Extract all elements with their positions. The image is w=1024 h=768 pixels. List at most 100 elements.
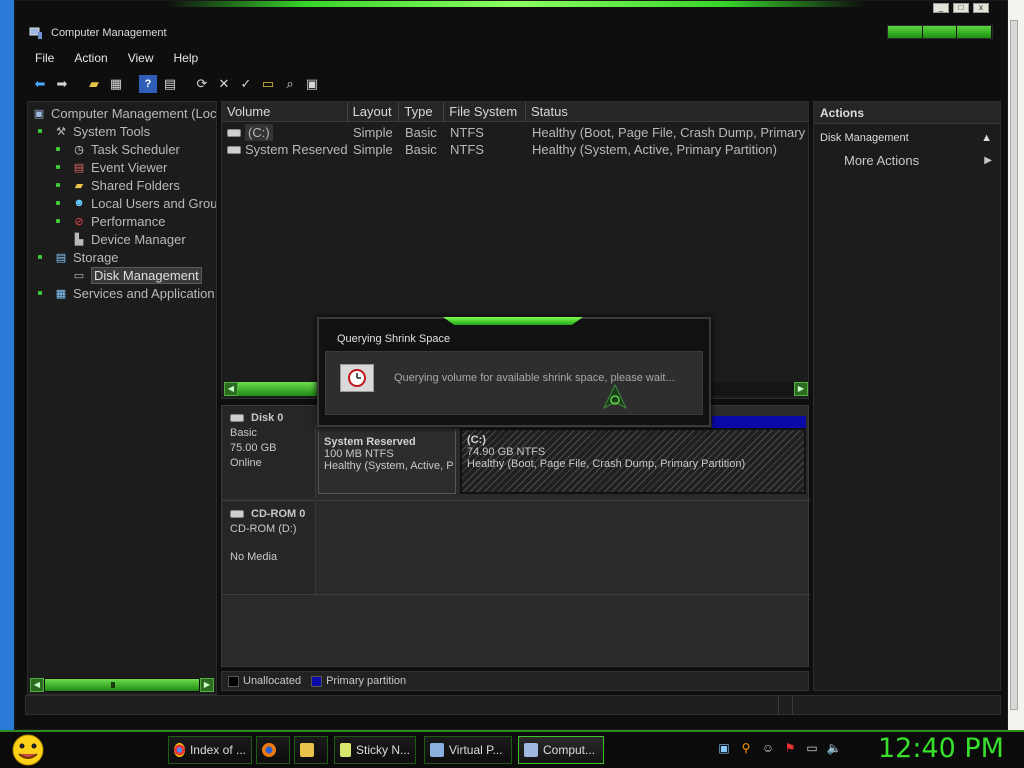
computer-management-window: _ □ x Computer Management File Action Vi… [14, 0, 1008, 730]
taskbar-item-chrome[interactable]: Index of ... [168, 736, 252, 764]
menubar: File Action View Help [25, 49, 208, 69]
tree-root[interactable]: ▣ Computer Management (Loc [32, 104, 216, 122]
actions-header: Actions [814, 102, 1000, 124]
table-row[interactable]: System Reserved Simple Basic NTFS Health… [222, 141, 810, 158]
delete-icon[interactable]: ✕ [215, 75, 233, 93]
flag-icon[interactable]: ⚑ [782, 740, 798, 756]
dialog-title: Querying Shrink Space [337, 333, 451, 345]
sticky-notes-icon [340, 743, 351, 757]
disk0-label[interactable]: Disk 0 Basic 75.00 GB Online [222, 406, 316, 498]
start-button-smiley-icon[interactable] [8, 732, 48, 768]
chevron-right-icon: ▶ [984, 154, 992, 166]
taskbar-item-sticky-notes[interactable]: Sticky N... [334, 736, 416, 764]
computer-management-icon: ▣ [33, 107, 45, 120]
more-actions[interactable]: More Actions ▶ [814, 149, 1000, 171]
actions-section-disk-management[interactable]: Disk Management ▲ [814, 127, 1000, 149]
column-type[interactable]: Type [399, 102, 445, 122]
display-icon[interactable]: ▭ [804, 740, 820, 756]
tree-item-storage[interactable]: ▤ Storage [38, 248, 119, 266]
menu-file[interactable]: File [25, 49, 64, 69]
tree-item-local-users[interactable]: ☻ Local Users and Grou [56, 194, 216, 212]
legend-unallocated-swatch [228, 675, 239, 687]
tree-item-performance[interactable]: ⊘ Performance [56, 212, 165, 230]
help-icon[interactable]: ? [139, 75, 157, 93]
tree-horizontal-scrollbar[interactable]: ◀ ▶ [30, 678, 214, 692]
menu-help[interactable]: Help [164, 49, 209, 69]
scroll-left-button[interactable]: ◀ [30, 678, 44, 692]
maximize-button[interactable]: □ [953, 3, 969, 13]
tree-item-task-scheduler[interactable]: ◷ Task Scheduler [56, 140, 180, 158]
tree-item-services-applications[interactable]: ▦ Services and Application [38, 284, 215, 302]
tree-item-event-viewer[interactable]: ▤ Event Viewer [56, 158, 167, 176]
shared-folder-icon: ▰ [74, 179, 84, 192]
forward-icon[interactable]: ➡ [53, 75, 71, 93]
volume-icon[interactable]: 🔈 [826, 740, 842, 756]
status-bar [25, 695, 1001, 715]
services-icon: ▦ [55, 287, 67, 300]
volume-list-header: Volume Layout Type File System Status [222, 102, 808, 122]
actions-pane: Actions Disk Management ▲ More Actions ▶ [813, 101, 1001, 691]
messenger-icon[interactable]: ☺ [760, 740, 776, 756]
table-row[interactable]: (C:) Simple Basic NTFS Healthy (Boot, Pa… [222, 124, 810, 141]
back-icon[interactable]: ⬅ [31, 75, 49, 93]
refresh-icon[interactable]: ⟳ [193, 75, 211, 93]
network-icon[interactable]: ▣ [716, 740, 732, 756]
busy-spinner-icon [602, 384, 628, 410]
computer-management-icon [29, 27, 42, 39]
clock-icon: ◷ [74, 143, 84, 156]
column-file-system[interactable]: File System [444, 102, 526, 122]
column-volume[interactable]: Volume [222, 102, 348, 122]
up-folder-icon[interactable]: ▰ [85, 75, 103, 93]
show-hide-tree-icon[interactable]: ▦ [107, 75, 125, 93]
menu-action[interactable]: Action [64, 49, 117, 69]
tree-item-shared-folders[interactable]: ▰ Shared Folders [56, 176, 180, 194]
computer-management-icon [524, 743, 538, 757]
titlebar[interactable]: Computer Management [15, 19, 1009, 47]
tree-item-disk-management[interactable]: ▭ Disk Management [72, 266, 202, 284]
menu-view[interactable]: View [118, 49, 164, 69]
taskbar-item-virtual-pc[interactable]: Virtual P... [424, 736, 512, 764]
drive-icon [227, 145, 241, 154]
desktop-left-edge [0, 0, 14, 730]
tree-item-system-tools[interactable]: ⚒ System Tools [38, 122, 150, 140]
desktop-scrollbar[interactable] [1010, 20, 1018, 710]
scroll-left-button[interactable]: ◀ [224, 382, 238, 396]
disk-icon [230, 414, 244, 422]
tools-icon: ⚒ [56, 125, 66, 138]
folder-icon [300, 743, 314, 757]
shrink-query-dialog[interactable]: Querying Shrink Space Querying volume fo… [317, 317, 711, 427]
column-status[interactable]: Status [526, 102, 808, 122]
collapse-icon[interactable]: ▲ [981, 132, 992, 144]
taskbar-item-firefox[interactable] [256, 736, 290, 764]
open-folder-icon[interactable]: ▭ [259, 75, 277, 93]
scroll-right-button[interactable]: ▶ [200, 678, 214, 692]
search-icon[interactable]: ⚲ [738, 740, 754, 756]
legend-unallocated: Unallocated [243, 675, 302, 687]
clock-icon [340, 364, 374, 392]
scroll-right-button[interactable]: ▶ [794, 382, 808, 396]
firefox-icon [262, 743, 276, 757]
partition-system-reserved[interactable]: System Reserved 100 MB NTFS Healthy (Sys… [318, 428, 456, 494]
event-viewer-icon: ▤ [73, 161, 85, 174]
minimize-button[interactable]: _ [933, 3, 949, 13]
close-button[interactable]: x [973, 3, 989, 13]
properties-icon[interactable]: ▤ [161, 75, 179, 93]
storage-icon: ▤ [55, 251, 67, 264]
disk-map: Disk 0 Basic 75.00 GB Online System Rese… [221, 405, 810, 667]
search-icon[interactable]: ⌕ [281, 75, 299, 93]
system-tray: ▣ ⚲ ☺ ⚑ ▭ 🔈 [716, 740, 842, 756]
partition-c[interactable]: (C:) 74.90 GB NTFS Healthy (Boot, Page F… [460, 428, 806, 494]
check-icon[interactable]: ✓ [237, 75, 255, 93]
primary-partition-strip [712, 416, 806, 428]
tree-item-device-manager[interactable]: ▙ Device Manager [72, 230, 186, 248]
taskbar-item-folder[interactable] [294, 736, 328, 764]
chrome-icon [174, 743, 185, 757]
window-title: Computer Management [51, 27, 167, 39]
export-icon[interactable]: ▣ [303, 75, 321, 93]
title-control-strip[interactable] [887, 25, 993, 39]
taskbar-item-computer-management[interactable]: Comput... [518, 736, 604, 764]
column-layout[interactable]: Layout [348, 102, 400, 122]
legend-primary-swatch [311, 675, 323, 687]
clock[interactable]: 12:40 PM [878, 733, 1004, 764]
cdrom0-label[interactable]: CD-ROM 0 CD-ROM (D:) No Media [222, 502, 316, 594]
